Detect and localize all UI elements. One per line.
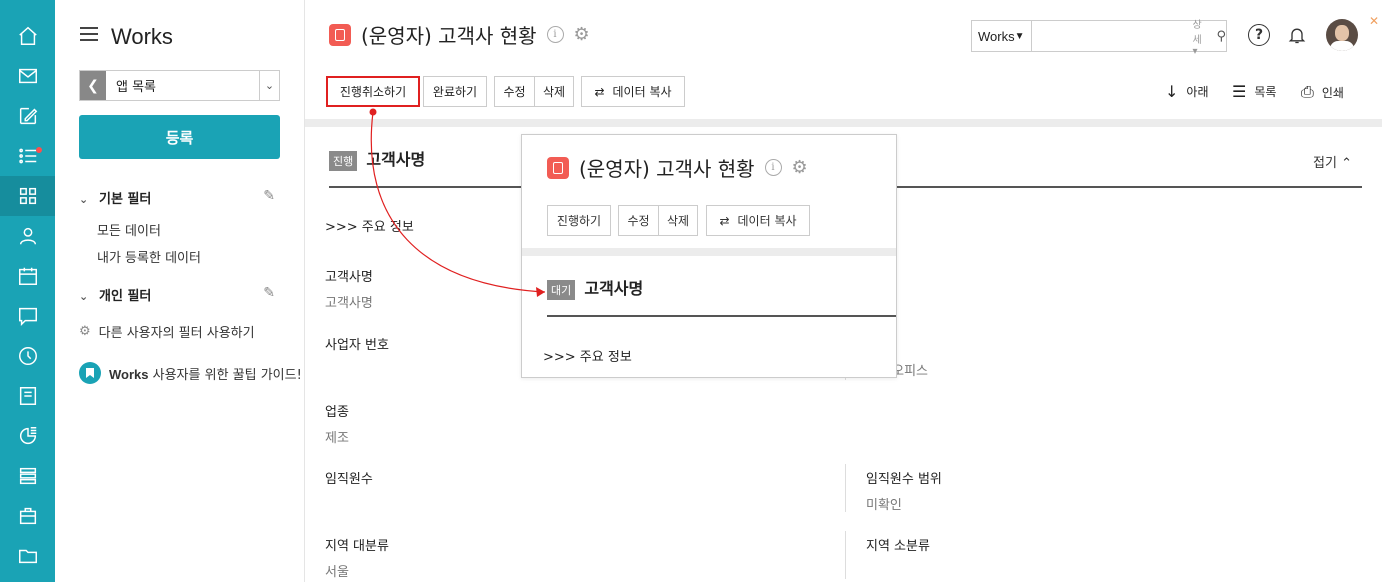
guide-link[interactable]: Works 사용자를 위한 꿀팁 가이드!: [79, 362, 302, 384]
delete-button[interactable]: 삭제: [658, 205, 698, 236]
app-icon: [329, 23, 351, 46]
business-no-label: 사업자 번호: [325, 338, 389, 353]
bookmark-icon: [79, 362, 101, 384]
delete-button[interactable]: 삭제: [534, 76, 574, 107]
chevron-up-icon: ⌃: [1341, 156, 1352, 171]
industry-value: 제조: [325, 431, 349, 446]
main-info-heading: >>> 주요 정보: [325, 220, 414, 235]
person-icon[interactable]: [0, 216, 55, 256]
folder-icon[interactable]: [0, 536, 55, 576]
status-badge: 대기: [547, 279, 576, 300]
advanced-search-toggle[interactable]: 상세 ▾: [1193, 16, 1203, 57]
status-badge: 진행: [329, 150, 358, 171]
popup-title-row: (운영자) 고객사 현황 i ⚙: [547, 153, 808, 182]
filter-my-data[interactable]: 내가 등록한 데이터: [97, 247, 201, 266]
register-button[interactable]: 등록: [79, 115, 280, 159]
print-button[interactable]: ⎙ 인쇄: [1301, 82, 1344, 102]
left-rail: [0, 0, 55, 582]
basic-filter-header[interactable]: ⌄ 기본 필터 ✎: [79, 188, 279, 207]
popup-record-header: 대기 고객사명: [547, 275, 896, 317]
calendar-icon[interactable]: [0, 256, 55, 296]
tasks-icon[interactable]: [0, 136, 55, 176]
fold-toggle[interactable]: 접기 ⌃: [1313, 152, 1352, 171]
popup-record-name: 고객사명: [584, 279, 644, 298]
personal-filter-header[interactable]: ⌄ 개인 필터 ✎: [79, 285, 279, 304]
list-icon[interactable]: [0, 456, 55, 496]
copy-data-button[interactable]: ⇄ 데이터 복사: [581, 76, 685, 107]
divider-band: [305, 119, 1382, 127]
list-lines-icon: ☰: [1232, 82, 1247, 101]
board-icon[interactable]: [0, 376, 55, 416]
report-icon[interactable]: [0, 416, 55, 456]
close-icon[interactable]: ✕: [1369, 14, 1379, 28]
industry-label: 업종: [325, 405, 349, 420]
chat-icon[interactable]: [0, 296, 55, 336]
search-scope-select[interactable]: Works ▼: [972, 21, 1032, 51]
divider-band: [522, 248, 896, 256]
region-major-label: 지역 대분류: [325, 539, 389, 554]
use-others-filter-link[interactable]: ⚙ 다른 사용자의 필터 사용하기: [79, 322, 255, 341]
column-divider: [845, 531, 846, 579]
employees-range-label: 임직원수 범위: [866, 472, 942, 487]
popup-title: (운영자) 고객사 현황: [579, 157, 755, 181]
sidebar-title: Works: [111, 24, 173, 49]
help-icon[interactable]: ?: [1248, 24, 1270, 46]
cancel-progress-button[interactable]: 진행취소하기: [325, 75, 421, 108]
employees-label: 임직원수: [325, 472, 373, 487]
back-arrow-icon[interactable]: ❮: [80, 71, 106, 100]
region-minor-label: 지역 소분류: [866, 539, 930, 554]
arrow-down-icon: ↓: [1165, 82, 1179, 101]
clock-icon[interactable]: [0, 336, 55, 376]
search-box: Works ▼ 상세 ▾ ⚲: [971, 20, 1227, 57]
preview-popup: (운영자) 고객사 현황 i ⚙ 진행하기 수정 삭제 ⇄ 데이터 복사 대기 고…: [521, 134, 897, 378]
app-list-label: 앱 목록: [116, 80, 157, 95]
copy-data-button[interactable]: ⇄ 데이터 복사: [706, 205, 810, 236]
search-input[interactable]: [1031, 22, 1193, 50]
apps-grid-icon[interactable]: [0, 176, 55, 216]
avatar[interactable]: [1326, 19, 1358, 51]
info-icon[interactable]: i: [546, 26, 564, 43]
chevron-down-icon: ⌄: [79, 193, 89, 206]
customer-name-value: 고객사명: [325, 296, 373, 311]
mail-icon[interactable]: [0, 56, 55, 96]
page-title-row: (운영자) 고객사 현황 i ⚙: [329, 20, 590, 49]
app-list-select[interactable]: ❮ 앱 목록 ⌄: [79, 70, 280, 101]
shuffle-icon: ⇄: [594, 84, 605, 99]
settings-gear-icon[interactable]: ⚙: [574, 24, 590, 45]
page-title: (운영자) 고객사 현황: [361, 24, 537, 48]
record-name: 고객사명: [366, 150, 426, 169]
sidebar: Works ❮ 앱 목록 ⌄ 등록 ⌄ 기본 필터 ✎ 모든 데이터 내가 등록한…: [55, 0, 305, 582]
column-divider: [845, 464, 846, 512]
list-button[interactable]: ☰ 목록: [1232, 82, 1276, 101]
down-button[interactable]: ↓ 아래: [1165, 82, 1209, 101]
complete-button[interactable]: 완료하기: [423, 76, 487, 107]
region-major-value: 서울: [325, 565, 349, 580]
shuffle-icon: ⇄: [719, 213, 730, 228]
notification-dot: [36, 147, 42, 153]
printer-icon: ⎙: [1301, 82, 1314, 101]
pencil-icon[interactable]: ✎: [263, 285, 275, 301]
popup-main-info-heading: >>> 주요 정보: [543, 350, 632, 365]
info-icon[interactable]: i: [764, 159, 782, 176]
search-icon[interactable]: ⚲: [1216, 29, 1226, 44]
employees-range-value: 미확인: [866, 498, 902, 513]
edit-icon[interactable]: [0, 96, 55, 136]
gear-icon: ⚙: [79, 324, 91, 339]
proceed-button[interactable]: 진행하기: [547, 205, 611, 236]
home-icon[interactable]: [0, 16, 55, 56]
customer-name-label: 고객사명: [325, 270, 373, 285]
app-icon: [547, 156, 569, 179]
pencil-icon[interactable]: ✎: [263, 188, 275, 204]
briefcase-icon[interactable]: [0, 496, 55, 536]
hamburger-menu-icon[interactable]: [80, 27, 98, 41]
edit-button[interactable]: 수정: [494, 76, 535, 107]
filter-all-data[interactable]: 모든 데이터: [97, 220, 161, 239]
chevron-down-icon: ⌄: [79, 290, 89, 303]
edit-button[interactable]: 수정: [618, 205, 659, 236]
settings-gear-icon[interactable]: ⚙: [792, 157, 808, 178]
bell-icon[interactable]: [1286, 24, 1308, 46]
chevron-down-icon[interactable]: ⌄: [259, 71, 279, 100]
